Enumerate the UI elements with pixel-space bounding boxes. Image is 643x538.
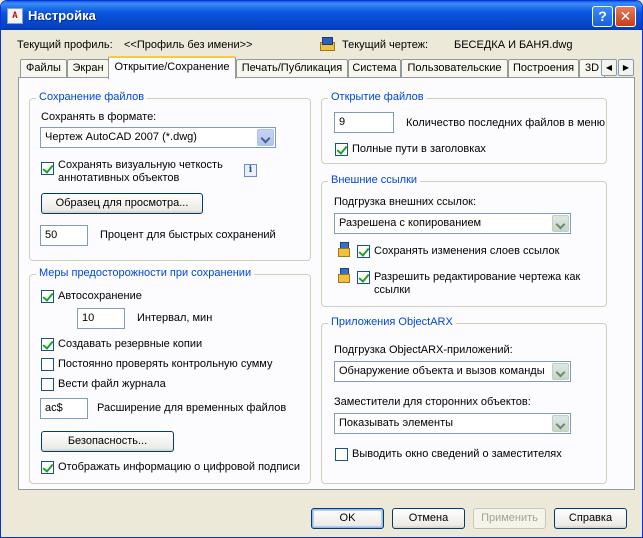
autosave-checkbox[interactable]: [41, 290, 54, 303]
tab-scroll: ◀ ▶: [601, 59, 635, 77]
close-button[interactable]: ✕: [615, 6, 636, 27]
incremental-save-label: Процент для быстрых сохранений: [100, 229, 276, 241]
autosave-interval-input[interactable]: 10: [77, 308, 125, 329]
save-format-label: Сохранять в формате:: [41, 111, 157, 123]
proxy-info-dialog-checkbox[interactable]: [335, 448, 348, 461]
current-drawing-label: Текущий чертеж:: [342, 39, 429, 51]
temp-file-extension-input[interactable]: ac$: [40, 398, 88, 419]
tab-files[interactable]: Файлы: [20, 59, 67, 78]
help-button[interactable]: Справка: [554, 508, 627, 529]
save-format-select[interactable]: Чертеж AutoCAD 2007 (*.dwg): [40, 127, 276, 148]
current-drawing-value: БЕСЕДКА И БАНЯ.dwg: [454, 39, 573, 51]
objectarx-group-title: Приложения ObjectARX: [328, 316, 456, 328]
full-path-title-label: Полные пути в заголовках: [352, 143, 486, 155]
recent-files-count-label: Количество последних файлов в меню: [406, 117, 605, 129]
digital-signature-label: Отображать информацию о цифровой подписи: [58, 461, 301, 473]
full-path-title-checkbox[interactable]: [335, 143, 348, 156]
safety-group-title: Меры предосторожности при сохранении: [36, 267, 255, 279]
xrefs-group-title: Внешние ссылки: [328, 174, 421, 186]
crc-check-checkbox[interactable]: [41, 358, 54, 371]
proxy-info-dialog-label: Выводить окно сведений о заместителях: [352, 448, 562, 460]
current-profile-value: <<Профиль без имени>>: [124, 39, 253, 51]
tab-open-save[interactable]: Открытие/Сохранение: [108, 56, 236, 79]
allow-xref-edit-checkbox[interactable]: [357, 271, 370, 284]
chevron-down-icon[interactable]: [552, 215, 569, 232]
tab-user-preferences[interactable]: Пользовательские: [401, 59, 508, 78]
info-icon[interactable]: i: [244, 164, 257, 177]
cancel-button[interactable]: Отмена: [392, 508, 465, 529]
current-profile-label: Текущий профиль:: [17, 39, 113, 51]
safety-precautions-group: Меры предосторожности при сохранении Авт…: [29, 267, 311, 484]
backup-copy-label: Создавать резервные копии: [58, 338, 203, 350]
tab-plot-publish[interactable]: Печать/Публикация: [236, 59, 348, 78]
file-open-group: Открытие файлов 9 Количество последних ф…: [321, 91, 607, 164]
autosave-label: Автосохранение: [58, 290, 142, 302]
proxy-objects-value: Показывать элементы: [339, 417, 454, 429]
save-files-group: Сохранение файлов Сохранять в формате: Ч…: [29, 91, 311, 261]
apply-button[interactable]: Применить: [473, 508, 546, 529]
log-file-checkbox[interactable]: [41, 378, 54, 391]
open-save-panel: Сохранение файлов Сохранять в формате: Ч…: [18, 77, 635, 490]
backup-copy-checkbox[interactable]: [41, 338, 54, 351]
tab-drafting[interactable]: Построения: [508, 59, 579, 78]
xref-edit-icon: [336, 268, 352, 284]
objectarx-group: Приложения ObjectARX Подгрузка ObjectARX…: [321, 316, 607, 484]
demand-load-xrefs-select[interactable]: Разрешена с копированием: [334, 213, 571, 234]
proxy-objects-select[interactable]: Показывать элементы: [334, 413, 571, 434]
save-format-value: Чертеж AutoCAD 2007 (*.dwg): [45, 131, 197, 143]
autosave-interval-label: Интервал, мин: [137, 312, 213, 324]
digital-signature-checkbox[interactable]: [41, 461, 54, 474]
xref-layer-icon: [336, 242, 352, 258]
allow-xref-edit-label: Разрешить редактирование чертежа как ссы…: [374, 271, 581, 296]
recent-files-count-input[interactable]: 9: [334, 112, 394, 133]
external-references-group: Внешние ссылки Подгрузка внешних ссылок:…: [321, 174, 607, 307]
demand-load-arx-select[interactable]: Обнаружение объекта и вызов команды: [334, 361, 571, 382]
chevron-down-icon[interactable]: [552, 415, 569, 432]
tab-system[interactable]: Система: [348, 59, 401, 78]
tab-display[interactable]: Экран: [67, 59, 109, 78]
drawing-icon: [320, 36, 336, 52]
thumbnail-preview-button[interactable]: Образец для просмотра...: [41, 193, 203, 214]
options-dialog: A Настройка ? ✕ Текущий профиль: <<Профи…: [0, 0, 643, 538]
demand-load-xrefs-label: Подгрузка внешних ссылок:: [334, 196, 477, 208]
help-title-button[interactable]: ?: [592, 6, 613, 27]
security-button[interactable]: Безопасность...: [41, 431, 174, 452]
window-title: Настройка: [28, 8, 96, 23]
demand-load-arx-label: Подгрузка ObjectARX-приложений:: [334, 344, 513, 356]
retain-xref-layers-checkbox[interactable]: [357, 245, 370, 258]
temp-file-extension-label: Расширение для временных файлов: [97, 402, 287, 414]
incremental-save-input[interactable]: 50: [40, 225, 88, 246]
ok-button[interactable]: OK: [311, 508, 384, 529]
title-bar[interactable]: A Настройка ? ✕: [1, 1, 642, 30]
chevron-down-icon[interactable]: [552, 363, 569, 380]
file-open-group-title: Открытие файлов: [328, 91, 427, 103]
demand-load-xrefs-value: Разрешена с копированием: [339, 217, 482, 229]
save-files-group-title: Сохранение файлов: [36, 91, 148, 103]
keep-visual-fidelity-checkbox[interactable]: [41, 162, 54, 175]
retain-xref-layers-label: Сохранять изменения слоев ссылок: [374, 245, 560, 257]
demand-load-arx-value: Обнаружение объекта и вызов команды: [339, 365, 545, 377]
chevron-down-icon[interactable]: [257, 129, 274, 146]
proxy-objects-label: Заместители для сторонних объектов:: [334, 396, 531, 408]
keep-visual-fidelity-label: Сохранять визуальную четкость аннотативн…: [58, 159, 223, 184]
crc-check-label: Постоянно проверять контрольную сумму: [58, 358, 273, 370]
autocad-app-icon: A: [7, 8, 23, 24]
log-file-label: Вести файл журнала: [58, 378, 166, 390]
tab-scroll-left-icon[interactable]: ◀: [601, 59, 617, 76]
tab-scroll-right-icon[interactable]: ▶: [618, 59, 634, 76]
